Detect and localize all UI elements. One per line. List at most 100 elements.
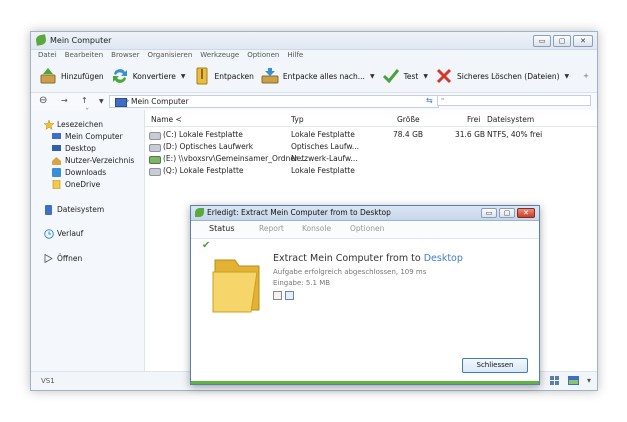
up-icon[interactable]: ↑ xyxy=(81,96,88,105)
sidebar-collapse-icon[interactable]: ˇ xyxy=(85,108,90,118)
sidebar-history[interactable]: Verlauf xyxy=(44,229,84,239)
menu-optionen[interactable]: Optionen xyxy=(247,50,279,61)
convert-dropdown-icon[interactable]: ▼ xyxy=(181,73,186,80)
tab-konsole[interactable]: Konsole xyxy=(302,224,331,233)
sidebar-filesystem[interactable]: Dateisystem xyxy=(44,205,104,215)
input-size: Eingabe: 5.1 MB xyxy=(273,279,331,287)
maximize-button[interactable]: ▢ xyxy=(553,35,571,47)
app-leaf-icon xyxy=(35,34,47,46)
row-name: (D:) Optisches Laufwerk xyxy=(163,142,254,151)
sidebar-open[interactable]: Öffnen xyxy=(44,253,83,264)
tab-optionen[interactable]: Optionen xyxy=(350,224,384,233)
column-type[interactable]: Typ xyxy=(291,115,304,124)
row-type: Lokale Festplatte xyxy=(291,166,355,175)
row-type: Lokale Festplatte xyxy=(291,130,355,139)
dialog-title: Erledigt: Extract Mein Computer from to … xyxy=(207,208,391,217)
extract-to-dropdown-icon[interactable]: ▼ xyxy=(370,73,375,80)
delete-x-icon xyxy=(435,67,453,85)
back-icon[interactable]: ⊖ xyxy=(39,95,47,106)
test-button-label: Test xyxy=(403,71,419,81)
desktop-icon xyxy=(52,144,61,153)
table-row[interactable]: (D:) Optisches Laufwerk Optisches Laufw.… xyxy=(145,141,597,153)
extract-button[interactable]: Entpacken xyxy=(193,65,254,87)
folder-icon xyxy=(209,250,265,314)
column-filesystem[interactable]: Dateisystem xyxy=(487,115,534,124)
row-name: (C:) Lokale Festplatte xyxy=(163,130,243,139)
minimize-button[interactable]: ▭ xyxy=(533,35,551,47)
sidebar-bookmarks-header[interactable]: Lesezeichen xyxy=(43,119,104,131)
forward-icon[interactable]: → xyxy=(61,96,68,105)
search-input[interactable]: " xyxy=(437,95,591,106)
extract-complete-dialog: Erledigt: Extract Mein Computer from to … xyxy=(190,205,540,385)
row-type: Optisches Laufw... xyxy=(291,142,360,151)
result-headline: Extract Mein Computer from to Desktop xyxy=(273,253,463,264)
close-button[interactable]: ✕ xyxy=(573,35,593,47)
dialog-tabs: Status Report Konsole Optionen xyxy=(191,221,539,239)
open-label: Öffnen xyxy=(57,254,83,263)
sidebar-item-nutzer-verzeichnis[interactable]: Nutzer-Verzeichnis xyxy=(52,156,134,165)
column-name[interactable]: Name < xyxy=(151,115,182,124)
secure-delete-dropdown-icon[interactable]: ▼ xyxy=(565,73,570,80)
dialog-close-button[interactable]: ✕ xyxy=(517,208,535,218)
result-detail: Aufgabe erfolgreich abgeschlossen, 109 m… xyxy=(273,268,427,276)
row-filesystem: NTFS, 40% frei xyxy=(487,130,543,139)
test-button[interactable]: Test ▼ xyxy=(382,65,428,87)
copy-icon[interactable] xyxy=(273,291,282,300)
check-icon xyxy=(382,67,400,85)
extract-to-button[interactable]: Entpacke alles nach... ▼ xyxy=(261,65,375,87)
menu-browser[interactable]: Browser xyxy=(111,50,139,61)
convert-button[interactable]: Konvertiere ▼ xyxy=(111,65,186,87)
add-button[interactable]: Hinzufügen xyxy=(39,65,104,87)
tab-status[interactable]: Status xyxy=(209,224,235,233)
sidebar-item-label: OneDrive xyxy=(65,180,101,189)
refresh-icon[interactable]: ⇆ xyxy=(426,96,433,105)
table-row[interactable]: (E:) \\vboxsrv\Gemeinsamer_Ordner ... Ne… xyxy=(145,153,597,165)
add-button-label: Hinzufügen xyxy=(61,71,104,81)
sidebar-item-downloads[interactable]: Downloads xyxy=(52,168,106,177)
history-dropdown-icon[interactable]: ▼ xyxy=(99,98,104,105)
tab-report[interactable]: Report xyxy=(259,224,284,233)
sidebar-item-label: Nutzer-Verzeichnis xyxy=(65,156,135,165)
sidebar-item-mein-computer[interactable]: Mein Computer xyxy=(52,132,123,141)
preview-pane-icon[interactable] xyxy=(568,376,579,385)
secure-delete-button[interactable]: Sicheres Löschen (Dateien) ▼ xyxy=(435,65,569,87)
menu-organisieren[interactable]: Organisieren xyxy=(148,50,193,61)
home-icon xyxy=(52,156,61,165)
title-bar: Mein Computer ▭ ▢ ✕ xyxy=(31,32,597,50)
address-input[interactable]: › Mein Computer xyxy=(109,95,439,108)
table-row[interactable]: (C:) Lokale Festplatte Lokale Festplatte… xyxy=(145,129,597,141)
sidebar-item-label: Downloads xyxy=(65,168,107,177)
secure-delete-button-label: Sicheres Löschen (Dateien) xyxy=(456,71,560,81)
column-size[interactable]: Größe xyxy=(397,115,420,124)
status-overflow-icon[interactable]: ▾ xyxy=(587,376,591,385)
menu-hilfe[interactable]: Hilfe xyxy=(287,50,303,61)
close-dialog-button[interactable]: Schliessen xyxy=(462,358,528,373)
toolbar-overflow-icon[interactable]: + xyxy=(583,72,589,80)
destination-link[interactable]: Desktop xyxy=(424,253,463,264)
sidebar-item-desktop[interactable]: Desktop xyxy=(52,144,96,153)
dialog-maximize-button[interactable]: ▢ xyxy=(499,208,515,218)
address-path: Mein Computer xyxy=(131,97,189,106)
menu-bearbeiten[interactable]: Bearbeiten xyxy=(65,50,103,61)
result-headline-text: Extract Mein Computer from to xyxy=(273,253,424,264)
dialog-window-controls: ▭ ▢ ✕ xyxy=(481,208,535,218)
table-row[interactable]: (Q:) Lokale Festplatte Lokale Festplatte xyxy=(145,165,597,177)
history-label: Verlauf xyxy=(57,229,84,238)
test-dropdown-icon[interactable]: ▼ xyxy=(423,73,428,80)
extract-to-button-label: Entpacke alles nach... xyxy=(282,71,365,81)
bookmarks-label: Lesezeichen xyxy=(57,120,104,129)
grid-view-icon[interactable] xyxy=(550,376,559,385)
address-bar-row: ⊖ → ↑ ▼ › Mein Computer ⇆ " xyxy=(31,92,597,111)
status-text: VS1 xyxy=(41,377,55,385)
menu-werkzeuge[interactable]: Werkzeuge xyxy=(200,50,239,61)
progress-bar xyxy=(191,381,539,384)
star-icon xyxy=(43,119,55,131)
column-free[interactable]: Frei xyxy=(467,115,480,124)
menu-datei[interactable]: Datei xyxy=(38,50,57,61)
open-folder-icon[interactable] xyxy=(285,291,294,300)
breadcrumb-separator-icon: › xyxy=(126,96,130,105)
sidebar-item-onedrive[interactable]: OneDrive xyxy=(52,179,101,190)
extract-button-label: Entpacken xyxy=(214,71,254,81)
extract-zipper-icon xyxy=(193,67,211,85)
dialog-minimize-button[interactable]: ▭ xyxy=(481,208,497,218)
